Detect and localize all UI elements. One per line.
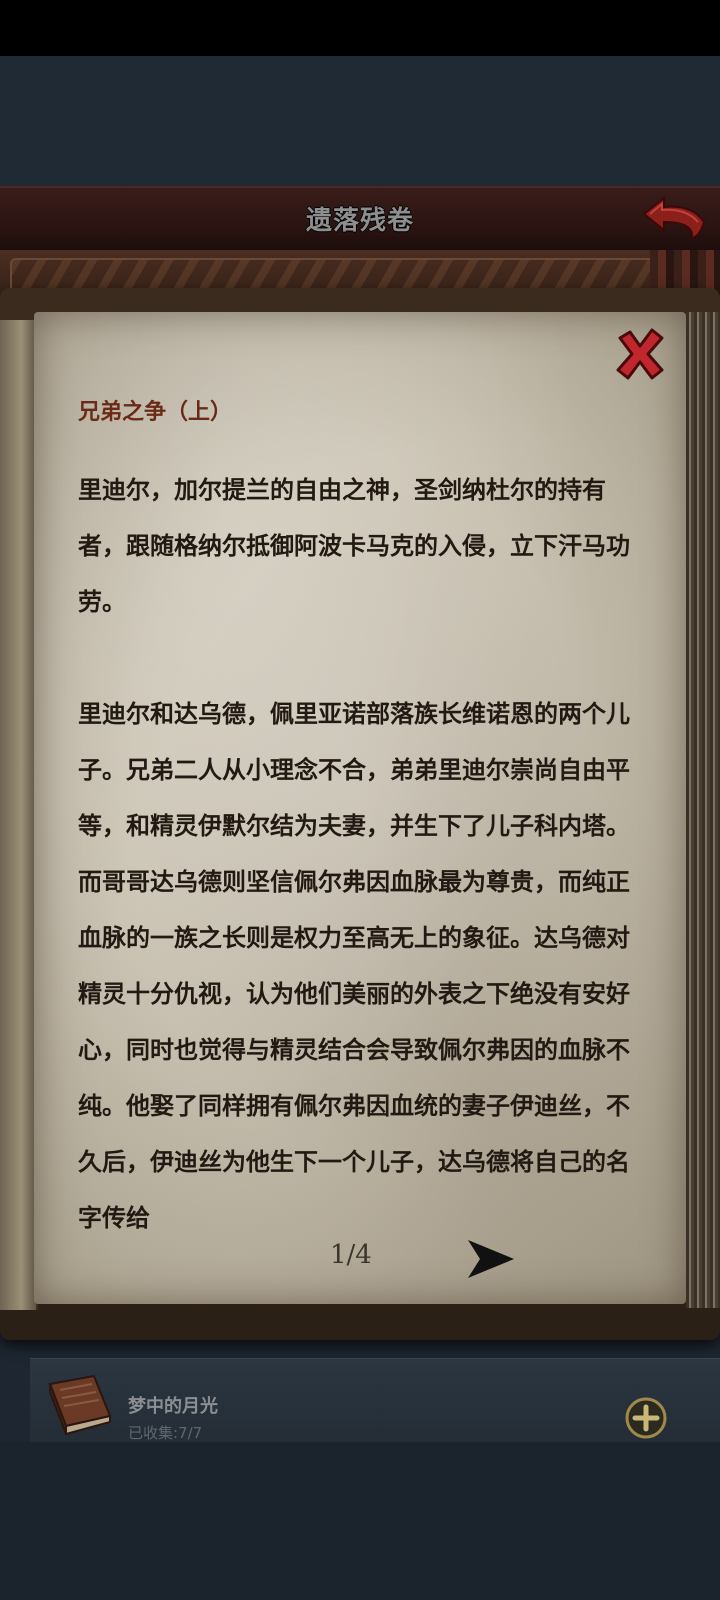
page-title: 遗落残卷 — [305, 206, 414, 236]
plus-circle-icon — [625, 1397, 667, 1439]
document-paragraph: 里迪尔，加尔提兰的自由之神，圣剑纳杜尔的持有者，跟随格纳尔抵御阿波卡马克的入侵，… — [78, 476, 630, 616]
add-button[interactable] — [624, 1396, 668, 1440]
left-page-edge — [0, 320, 38, 1310]
document-paragraph: 里迪尔和达乌德，佩里亚诺部落族长维诺恩的两个儿子。兄弟二人从小理念不合，弟弟里迪… — [78, 700, 630, 1232]
close-x-icon — [616, 328, 664, 380]
close-button[interactable] — [612, 326, 668, 382]
next-page-arrow-icon — [468, 1240, 514, 1278]
status-bar-area — [0, 0, 720, 56]
document-title: 兄弟之争（上） — [78, 400, 233, 425]
back-button[interactable] — [640, 192, 710, 242]
bottom-overlay — [0, 1442, 720, 1600]
collection-count: 已收集:7/7 — [128, 1424, 203, 1442]
page-indicator: 1/4 — [330, 1240, 372, 1270]
back-arrow-icon — [642, 195, 706, 240]
book-icon — [44, 1370, 116, 1440]
next-page-button[interactable] — [466, 1238, 516, 1280]
collection-name: 梦中的月光 — [128, 1396, 218, 1417]
right-page-edge — [684, 312, 720, 1308]
